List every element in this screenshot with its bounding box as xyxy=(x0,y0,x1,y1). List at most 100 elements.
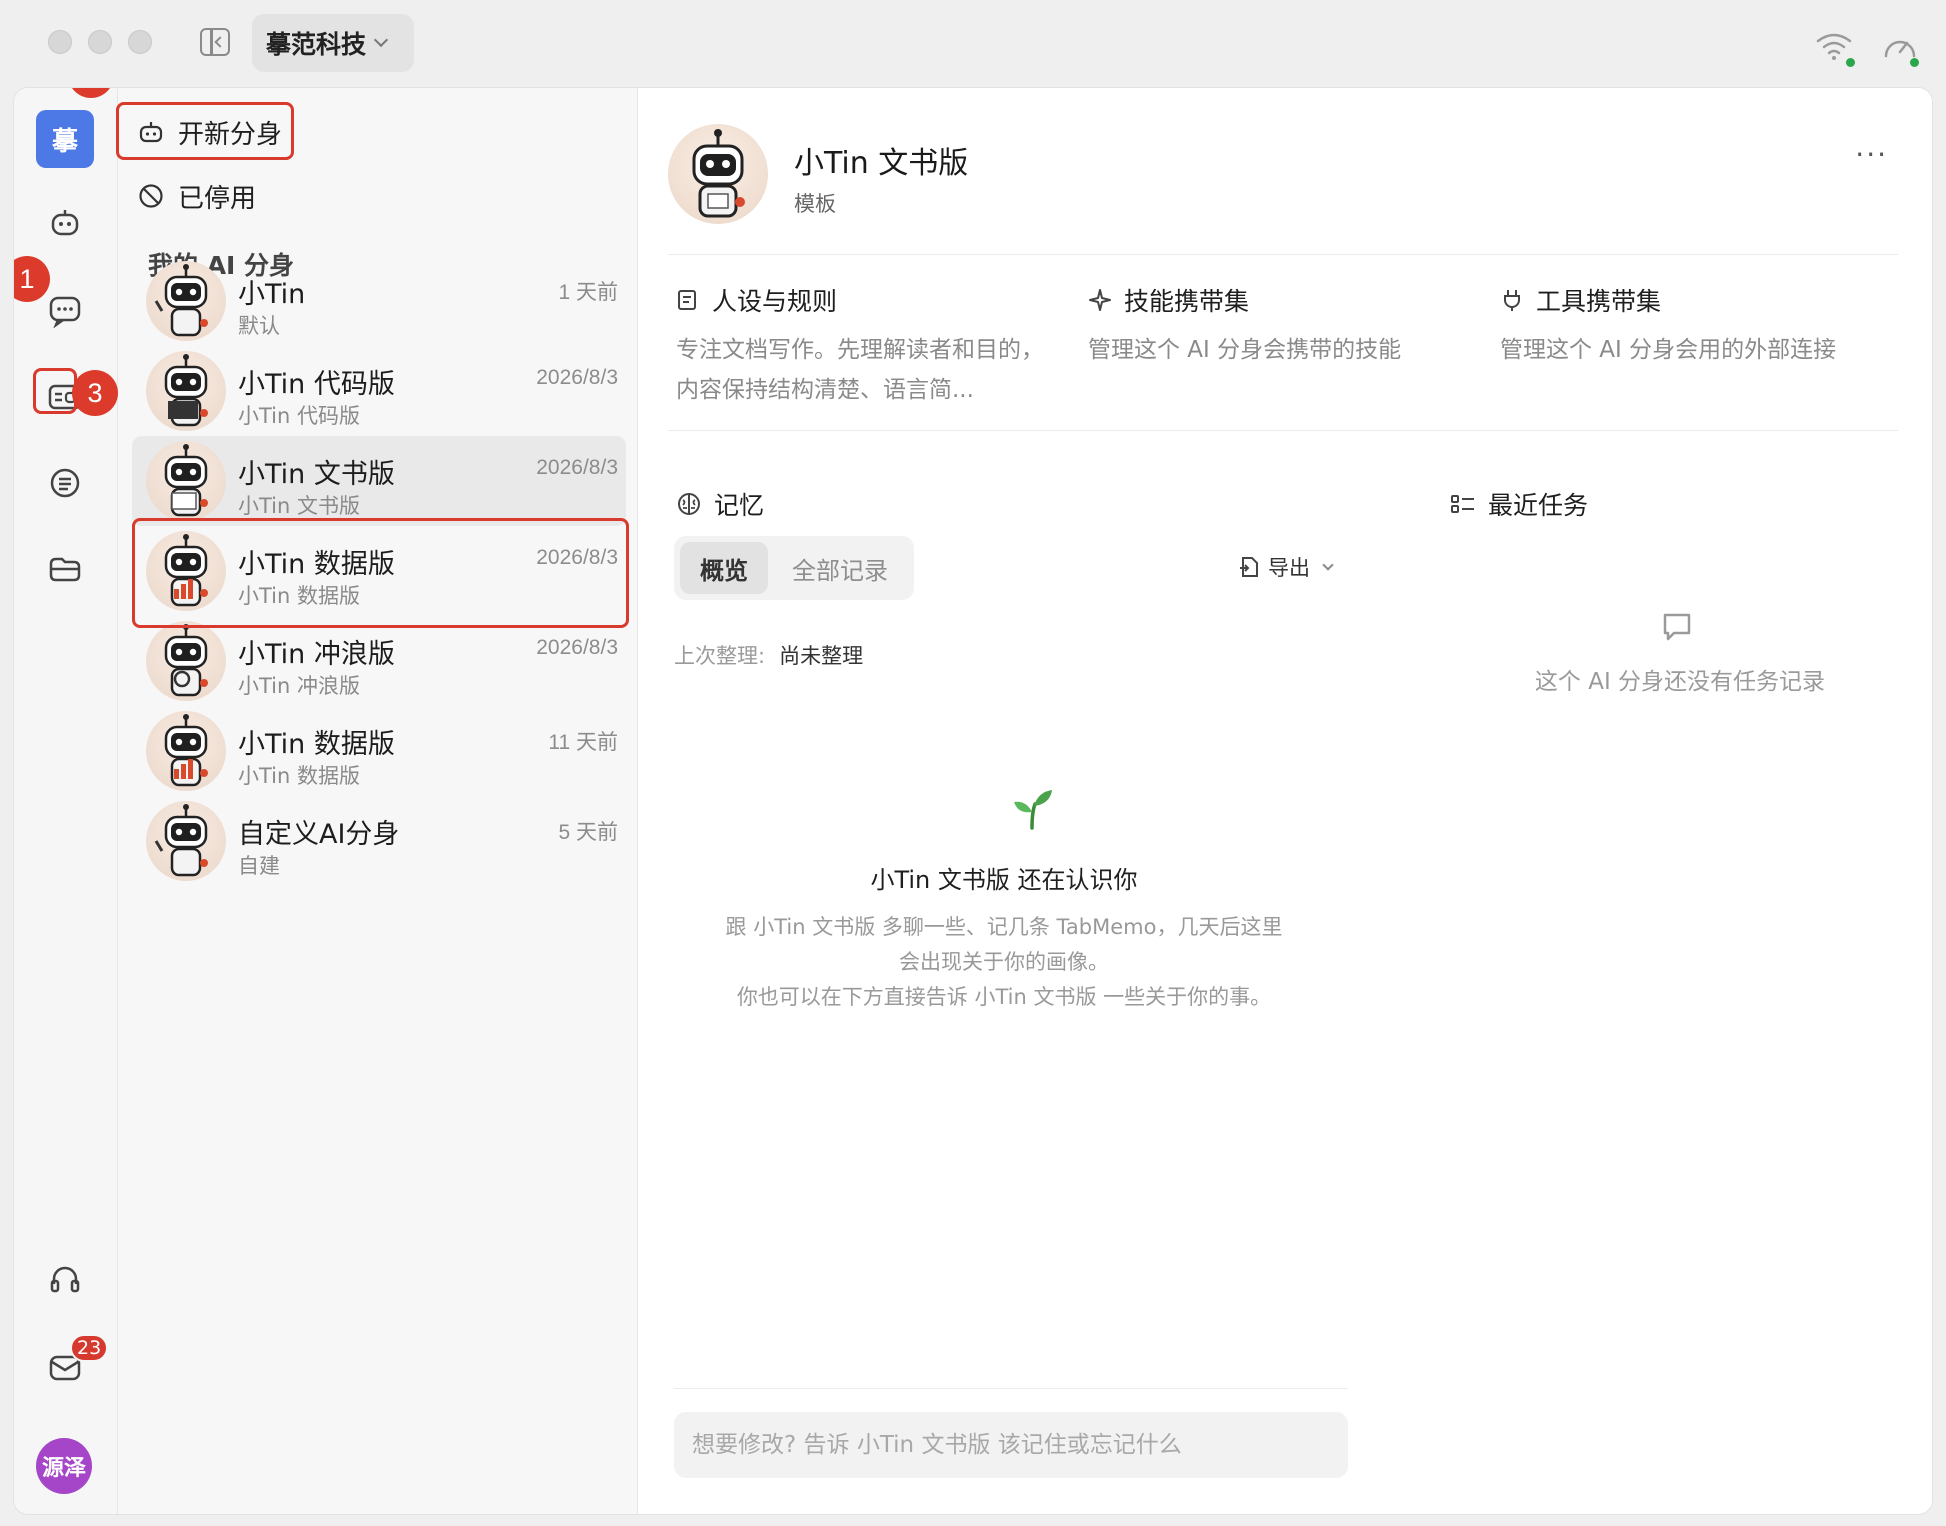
highlight-rail-clone xyxy=(33,368,77,414)
folder-icon[interactable] xyxy=(36,540,94,598)
disabled-label: 已停用 xyxy=(178,183,257,214)
clone-avatar xyxy=(146,441,226,521)
headset-support-icon[interactable] xyxy=(36,1250,94,1308)
tools-desc: 管理这个 AI 分身会用的外部连接 xyxy=(1500,337,1837,363)
chevron-down-icon xyxy=(373,32,389,48)
persona-title: 人设与规则 xyxy=(712,287,838,316)
last-value: 尚未整理 xyxy=(779,644,864,668)
memory-empty-line: 你也可以在下方直接告诉 小Tin 文书版 一些关于你的事。 xyxy=(736,985,1272,1009)
clone-subtitle: 小Tin 代码版 xyxy=(238,404,361,428)
clone-list-item[interactable]: 小Tin 默认 1 天前 xyxy=(132,256,626,346)
main-card: 摹 23 源泽 开新分身 已停用 我的 AI 分身 小Tin 默认 1 天前 小… xyxy=(14,88,1932,1514)
clone-date: 2026/8/3 xyxy=(536,636,618,659)
highlight-selected-item xyxy=(132,518,629,628)
divider xyxy=(668,430,1898,431)
recent-tasks-title: 最近任务 xyxy=(1488,491,1589,520)
skills-card[interactable]: 技能携带集 管理这个 AI 分身会携带的技能 xyxy=(1088,282,1468,370)
tools-title: 工具携带集 xyxy=(1536,287,1662,316)
memory-tabs: 概览 全部记录 xyxy=(674,536,914,600)
clone-list-item[interactable]: 小Tin 冲浪版 小Tin 冲浪版 2026/8/3 xyxy=(132,616,626,706)
recent-tasks-header: 最近任务 xyxy=(1450,486,1588,522)
memory-empty-line: 跟 小Tin 文书版 多聊一些、记几条 TabMemo，几天后这里 xyxy=(725,915,1283,939)
tab-overview[interactable]: 概览 xyxy=(680,542,768,594)
brain-icon xyxy=(678,493,700,515)
clone-subtitle: 自建 xyxy=(238,854,280,878)
clone-name: 小Tin 代码版 xyxy=(238,369,395,400)
wifi-icon[interactable] xyxy=(1814,30,1854,62)
user-avatar[interactable]: 源泽 xyxy=(36,1438,92,1494)
clone-date: 2026/8/3 xyxy=(536,456,618,479)
clone-name: 小Tin 冲浪版 xyxy=(238,639,395,670)
disabled-clones-button[interactable]: 已停用 xyxy=(132,170,256,222)
persona-rules-card[interactable]: 人设与规则 专注文档写作。先理解读者和目的，内容保持结构清楚、语言简... xyxy=(676,282,1056,410)
sparkle-icon xyxy=(1089,289,1111,311)
org-avatar[interactable]: 摹 xyxy=(36,110,94,168)
step-badge-3: 3 xyxy=(72,370,118,416)
clone-subtitle: 小Tin 数据版 xyxy=(238,764,361,788)
close-window-button[interactable] xyxy=(48,30,72,54)
tasks-empty-text: 这个 AI 分身还没有任务记录 xyxy=(1534,669,1826,695)
last-label: 上次整理: xyxy=(674,644,766,668)
titlebar: 摹范科技 xyxy=(0,0,1946,88)
clone-avatar xyxy=(146,261,226,341)
sprout-icon xyxy=(1014,790,1052,830)
clone-subtitle: 小Tin 冲浪版 xyxy=(238,674,361,698)
memory-header: 记忆 xyxy=(676,486,764,522)
memory-empty-desc: 跟 小Tin 文书版 多聊一些、记几条 TabMemo，几天后这里 会出现关于你… xyxy=(674,910,1334,1015)
skills-desc: 管理这个 AI 分身会携带的技能 xyxy=(1088,337,1402,363)
wifi-status-dot xyxy=(1846,58,1855,67)
org-name: 摹范科技 xyxy=(266,30,367,59)
clone-avatar xyxy=(668,124,768,224)
clone-list-item[interactable]: 自定义AI分身自建 5 天前 xyxy=(132,796,626,886)
memory-empty-title: 小Tin 文书版 还在认识你 xyxy=(870,866,1138,894)
export-icon xyxy=(1240,557,1258,577)
more-options-icon[interactable]: ··· xyxy=(1855,138,1888,171)
last-organized: 上次整理: 尚未整理 xyxy=(674,640,863,670)
nav-rail: 摹 23 源泽 xyxy=(14,88,118,1514)
clone-detail: 小Tin 文书版 模板 ··· 人设与规则 专注文档写作。先理解读者和目的，内容… xyxy=(638,88,1932,1514)
zoom-window-button[interactable] xyxy=(128,30,152,54)
memory-title: 记忆 xyxy=(714,491,765,520)
memory-empty-line: 会出现关于你的画像。 xyxy=(899,950,1109,974)
clone-list-pane: 开新分身 已停用 我的 AI 分身 小Tin 默认 1 天前 小Tin 代码版 小Tin… xyxy=(116,88,638,1514)
clone-title: 小Tin 文书版 xyxy=(794,146,969,181)
robot-icon[interactable] xyxy=(36,194,94,252)
clone-list-item[interactable]: 小Tin 文书版 小Tin 文书版 2026/8/3 xyxy=(132,436,626,526)
memory-edit-input[interactable] xyxy=(674,1412,1348,1478)
chevron-down-icon xyxy=(1322,558,1334,571)
clone-date: 11 天前 xyxy=(548,731,618,754)
clone-name: 小Tin 文书版 xyxy=(238,459,395,490)
minimize-window-button[interactable] xyxy=(88,30,112,54)
checklist-icon xyxy=(1451,495,1474,513)
tab-all-records[interactable]: 全部记录 xyxy=(772,542,908,594)
org-switcher[interactable]: 摹范科技 xyxy=(252,14,414,72)
export-label: 导出 xyxy=(1268,556,1310,580)
divider xyxy=(668,254,1898,255)
unread-count-badge: 23 xyxy=(70,1334,109,1362)
persona-desc: 专注文档写作。先理解读者和目的，内容保持结构清楚、语言简... xyxy=(676,337,1044,403)
clone-avatar xyxy=(146,351,226,431)
list-doc-icon[interactable] xyxy=(36,454,94,512)
clone-name: 小Tin xyxy=(238,279,306,310)
clone-date: 2026/8/3 xyxy=(536,366,618,389)
clone-list-item[interactable]: 小Tin 代码版 小Tin 代码版 2026/8/3 xyxy=(132,346,626,436)
tools-card[interactable]: 工具携带集 管理这个 AI 分身会用的外部连接 xyxy=(1500,282,1920,370)
clone-subtitle: 小Tin 文书版 xyxy=(238,494,361,518)
highlight-new-clone xyxy=(116,102,294,160)
sidebar-toggle-icon[interactable] xyxy=(200,28,230,56)
divider xyxy=(674,1388,1348,1389)
gauge-status-dot xyxy=(1910,58,1919,67)
skills-title: 技能携带集 xyxy=(1124,287,1250,316)
clone-name: 自定义AI分身 xyxy=(238,819,400,850)
clone-date: 5 天前 xyxy=(558,821,618,844)
clone-name: 小Tin 数据版 xyxy=(238,729,395,760)
comment-icon xyxy=(1663,613,1691,641)
scroll-doc-icon xyxy=(678,290,696,310)
clone-date: 1 天前 xyxy=(558,281,618,304)
plug-icon xyxy=(1504,290,1520,311)
clone-avatar xyxy=(146,621,226,701)
clone-subtitle: 默认 xyxy=(238,314,280,338)
export-button[interactable]: 导出 xyxy=(1238,552,1334,582)
clone-list-item[interactable]: 小Tin 数据版 小Tin 数据版 11 天前 xyxy=(132,706,626,796)
clone-avatar xyxy=(146,711,226,791)
